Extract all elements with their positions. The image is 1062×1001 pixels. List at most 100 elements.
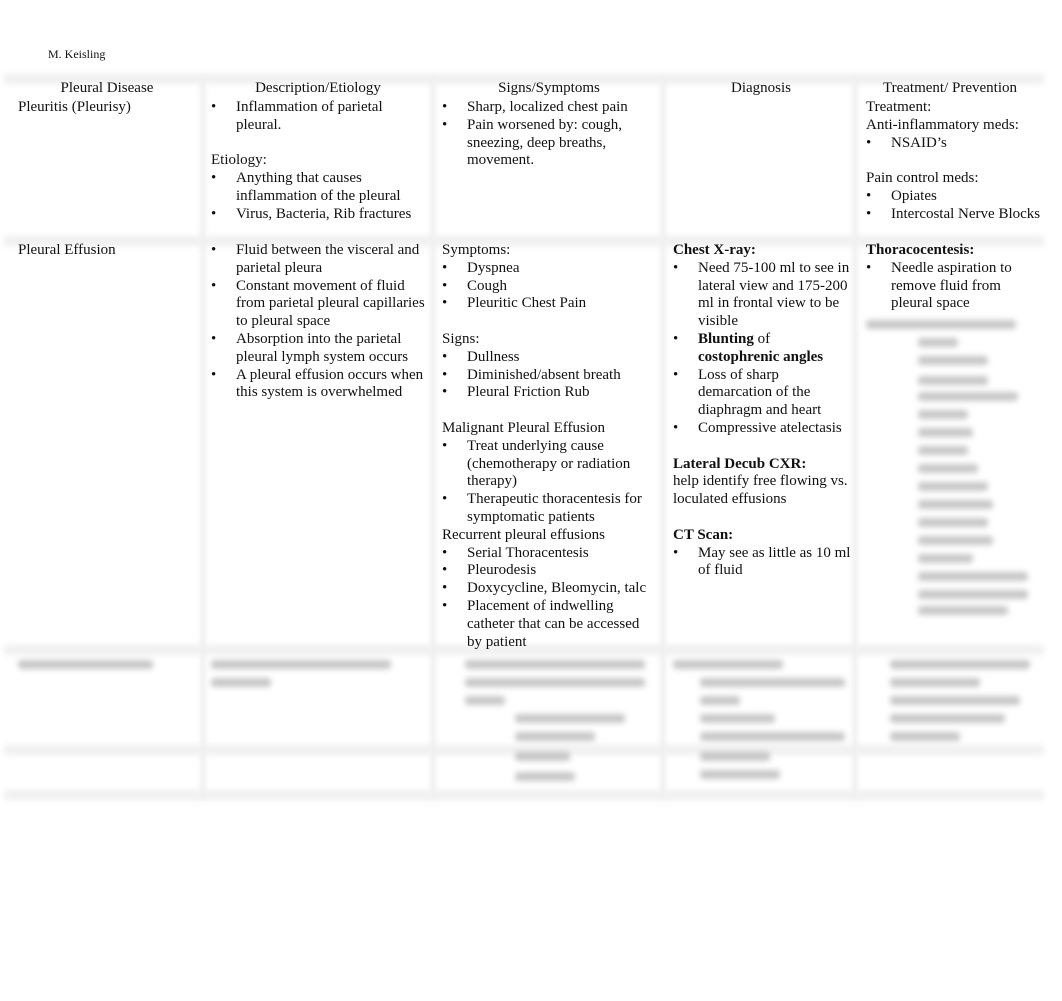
bullet-item: • Pleuritic Chest Pain bbox=[442, 295, 657, 313]
bullet-text: Cough bbox=[467, 277, 508, 294]
cell-text: Treatment: bbox=[866, 99, 932, 115]
bullet-item: • Virus, Bacteria, Rib fractures bbox=[211, 206, 431, 224]
column-divider bbox=[200, 75, 206, 800]
bullet-item: • Placement of indwelling catheter that c… bbox=[442, 598, 657, 651]
column-header: Description/Etiology bbox=[255, 80, 381, 96]
bullet-item: • May see as little as 10 ml of fluid bbox=[673, 545, 851, 581]
bullet-icon: • bbox=[211, 205, 217, 222]
bullet-item: • Dullness bbox=[442, 349, 657, 367]
blurred-text bbox=[890, 660, 1030, 669]
cell-text: Chest X-ray: bbox=[673, 242, 756, 258]
blurred-text bbox=[700, 752, 770, 761]
bullet-icon: • bbox=[866, 205, 872, 222]
blurred-text bbox=[515, 752, 570, 761]
bullet-text: Blunting of costophrenic angles bbox=[698, 331, 823, 365]
blurred-text bbox=[515, 732, 595, 741]
bullet-item: • Doxycycline, Bleomycin, talc bbox=[442, 580, 657, 598]
bullet-text: Virus, Bacteria, Rib fractures bbox=[236, 205, 412, 222]
blurred-text bbox=[918, 338, 958, 347]
bullet-icon: • bbox=[442, 295, 448, 312]
blurred-text bbox=[465, 678, 645, 687]
bullet-icon: • bbox=[673, 259, 679, 276]
table-cell: Pleuritis (Pleurisy) bbox=[18, 99, 198, 117]
column-divider bbox=[660, 75, 666, 800]
bullet-item: • Sharp, localized chest pain bbox=[442, 99, 657, 117]
blurred-text bbox=[465, 660, 645, 669]
bullet-icon: • bbox=[442, 437, 448, 454]
bullet-item: • Dyspnea bbox=[442, 260, 657, 278]
bullet-item: • Cough bbox=[442, 278, 657, 296]
table-cell: Treatment: Anti-inflammatory meds: • NSAID’… bbox=[866, 99, 1041, 224]
blurred-text bbox=[18, 660, 153, 669]
blurred-text bbox=[700, 770, 780, 779]
bullet-text: Doxycycline, Bleomycin, talc bbox=[467, 580, 647, 597]
blurred-text bbox=[890, 678, 980, 687]
blurred-text bbox=[918, 428, 973, 437]
bullet-text: Serial Thoracentesis bbox=[467, 544, 589, 561]
column-header: Diagnosis bbox=[731, 80, 791, 96]
bullet-item: • Fluid between the visceral and parietal… bbox=[211, 242, 431, 278]
cell-text: CT Scan: bbox=[673, 526, 734, 543]
blurred-text bbox=[918, 446, 968, 455]
bullet-text: Constant movement of fluid from parietal… bbox=[236, 277, 425, 330]
bullet-text: Intercostal Nerve Blocks bbox=[891, 205, 1041, 222]
cell-text: Etiology: bbox=[211, 152, 267, 169]
bullet-text: Sharp, localized chest pain bbox=[467, 99, 628, 115]
bullet-icon: • bbox=[866, 259, 872, 276]
bullet-text: Treat underlying cause (chemotherapy or … bbox=[467, 437, 631, 490]
blurred-text bbox=[515, 714, 625, 723]
bullet-item: • Therapeutic thoracentesis for symptomat… bbox=[442, 491, 657, 527]
bullet-item: • Loss of sharp demarcation of the diaphr… bbox=[673, 367, 851, 420]
table-cell: • Sharp, localized chest pain • Pain worsen… bbox=[442, 99, 657, 170]
bullet-item: • Compressive atelectasis bbox=[673, 420, 851, 438]
bullet-icon: • bbox=[442, 562, 448, 579]
blurred-text bbox=[866, 320, 1016, 329]
bullet-icon: • bbox=[211, 330, 217, 347]
bullet-text: A pleural effusion occurs when this syst… bbox=[236, 366, 424, 401]
column-header: Signs/Symptoms bbox=[498, 80, 600, 96]
blurred-text bbox=[515, 772, 575, 781]
blurred-text bbox=[918, 376, 988, 385]
bullet-item: • Constant movement of fluid from parieta… bbox=[211, 278, 431, 331]
blurred-text bbox=[918, 464, 978, 473]
bullet-text: Opiates bbox=[891, 187, 937, 204]
bullet-text: Therapeutic thoracentesis for symptomati… bbox=[467, 491, 642, 525]
bullet-item: • Pain worsened by: cough, sneezing, deep… bbox=[442, 117, 657, 170]
bullet-text: Need 75-100 ml to see in lateral view an… bbox=[698, 259, 850, 330]
bullet-icon: • bbox=[866, 187, 872, 204]
bullet-item: • Absorption into the parietal pleural ly… bbox=[211, 331, 431, 367]
bullet-text: Needle aspiration to remove fluid from p… bbox=[891, 259, 1012, 312]
bullet-icon: • bbox=[211, 170, 217, 187]
cell-text: help identify free flowing vs. loculated… bbox=[673, 473, 848, 508]
bullet-icon: • bbox=[442, 277, 448, 294]
text-segment: costophrenic angles bbox=[698, 348, 824, 365]
bullet-text: Pleuritic Chest Pain bbox=[467, 295, 587, 312]
bullet-text: Pleural Friction Rub bbox=[467, 384, 590, 401]
bullet-text: Absorption into the parietal pleural lym… bbox=[236, 330, 409, 365]
bullet-item: • Pleurodesis bbox=[442, 562, 657, 580]
bullet-icon: • bbox=[442, 116, 448, 133]
bullet-text: May see as little as 10 ml of fluid bbox=[698, 544, 851, 579]
bullet-item: • Diminished/absent breath bbox=[442, 367, 657, 385]
bullet-item: • Pleural Friction Rub bbox=[442, 384, 657, 402]
cell-text: Symptoms: bbox=[442, 242, 511, 258]
bullet-icon: • bbox=[211, 366, 217, 383]
bullet-item: • NSAID’s bbox=[866, 135, 1041, 153]
blurred-text bbox=[700, 732, 845, 741]
bullet-text: Pain worsened by: cough, sneezing, deep … bbox=[467, 116, 622, 169]
bullet-item: • Blunting of costophrenic angles bbox=[673, 331, 851, 367]
blurred-text bbox=[918, 536, 993, 545]
blurred-text bbox=[918, 392, 1018, 401]
blurred-text bbox=[918, 482, 988, 491]
bullet-item: • Inflammation of parietal pleural. bbox=[211, 99, 431, 135]
bullet-icon: • bbox=[442, 366, 448, 383]
bullet-icon: • bbox=[442, 544, 448, 561]
blurred-text bbox=[700, 678, 845, 687]
bullet-item: • A pleural effusion occurs when this sys… bbox=[211, 367, 431, 403]
bullet-item: • Anything that causes inflammation of th… bbox=[211, 170, 431, 206]
cell-text: Thoracocentesis: bbox=[866, 242, 975, 258]
blurred-text bbox=[673, 660, 783, 669]
table-cell: • Inflammation of parietal pleural. Etiolo… bbox=[211, 99, 431, 224]
